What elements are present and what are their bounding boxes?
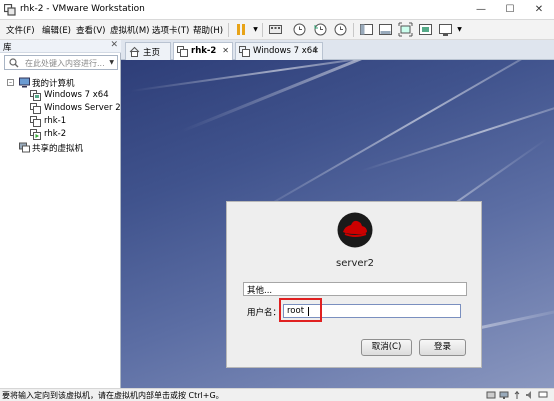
tree-item-shared-vms[interactable]: 共享的虚拟机: [0, 141, 120, 154]
vm-console[interactable]: server2 其他... 用户名： root 取消(C) 登录: [121, 60, 554, 388]
revert-snapshot-icon[interactable]: [313, 22, 328, 37]
tab-rhk-2[interactable]: rhk-2 ✕: [173, 42, 233, 61]
tree-item-my-computer[interactable]: – 我的计算机: [0, 76, 120, 89]
tab-close-icon[interactable]: ✕: [222, 46, 229, 55]
library-title: 库: [3, 43, 12, 53]
tree-item-vm[interactable]: Windows Server 200: [0, 102, 120, 115]
vm-icon: [239, 46, 250, 57]
tree-label-root: 我的计算机: [32, 79, 75, 89]
tab-close-icon[interactable]: ✕: [312, 46, 319, 55]
tree-label-vm: rhk-1: [44, 116, 67, 126]
username-label: 用户名：: [247, 308, 282, 318]
tab-label: 主页: [143, 48, 161, 58]
login-button[interactable]: 登录: [419, 339, 466, 356]
console-view-icon[interactable]: [438, 22, 453, 37]
menu-bar: 文件(F) 编辑(E) 查看(V) 虚拟机(M) 选项卡(T) 帮助(H) ▼ …: [0, 20, 554, 40]
network-icon[interactable]: [499, 390, 509, 400]
tree-item-vm[interactable]: rhk-1: [0, 115, 120, 128]
other-user-option[interactable]: 其他...: [243, 282, 467, 296]
pause-icon[interactable]: [234, 22, 249, 37]
tab-home[interactable]: 主页: [125, 42, 171, 60]
hard-disk-icon[interactable]: [486, 390, 496, 400]
usb-icon[interactable]: [512, 390, 522, 400]
tree-label-vm: Windows Server 200: [44, 103, 120, 113]
tab-label: rhk-2: [191, 46, 217, 56]
title-bar: rhk-2 - VMware Workstation — ☐ ✕: [0, 0, 554, 20]
tree-label-vm: Windows 7 x64: [44, 90, 109, 100]
sound-icon[interactable]: [525, 390, 535, 400]
collapse-toggle-icon[interactable]: –: [7, 79, 14, 86]
full-screen-icon[interactable]: [398, 22, 413, 37]
tab-bar: 主页 rhk-2 ✕ Windows 7 x64 ✕: [121, 40, 554, 61]
display-icon[interactable]: [538, 390, 548, 400]
search-dropdown-icon[interactable]: ▼: [109, 59, 114, 66]
unity-icon[interactable]: [418, 22, 433, 37]
menu-edit[interactable]: 编辑(E): [42, 24, 71, 36]
home-icon: [129, 46, 140, 57]
minimize-button[interactable]: —: [466, 0, 496, 20]
menu-vm[interactable]: 虚拟机(M): [110, 24, 149, 36]
highlight-box: [279, 298, 322, 322]
close-button[interactable]: ✕: [524, 0, 554, 20]
menu-help[interactable]: 帮助(H): [193, 24, 223, 36]
tree-item-vm[interactable]: Windows 7 x64: [0, 89, 120, 102]
library-close-icon[interactable]: ✕: [110, 40, 118, 50]
menu-file[interactable]: 文件(F): [6, 24, 35, 36]
tree-label-shared: 共享的虚拟机: [32, 144, 84, 154]
menu-view[interactable]: 查看(V): [76, 24, 105, 36]
maximize-button[interactable]: ☐: [495, 0, 525, 20]
view-dropdown-icon[interactable]: ▼: [452, 22, 467, 37]
other-user-label: 其他...: [247, 286, 273, 296]
status-bar: 要将输入定向到该虚拟机，请在虚拟机内部单击或按 Ctrl+G。: [0, 388, 554, 401]
status-message: 要将输入定向到该虚拟机，请在虚拟机内部单击或按 Ctrl+G。: [2, 391, 224, 400]
login-dialog: server2 其他... 用户名： root 取消(C) 登录: [226, 201, 482, 368]
menu-tabs[interactable]: 选项卡(T): [152, 24, 189, 36]
tree-label-vm: rhk-2: [44, 129, 67, 139]
library-search-input[interactable]: 在此处键入内容进行... ▼: [4, 55, 118, 70]
wallpaper-streak: [130, 60, 429, 92]
power-dropdown-icon[interactable]: ▼: [248, 22, 263, 37]
tab-windows-7[interactable]: Windows 7 x64 ✕: [235, 42, 323, 60]
redhat-logo-icon: [337, 212, 373, 248]
send-ctrl-alt-del-icon[interactable]: [268, 22, 283, 37]
vm-icon: [30, 90, 41, 101]
shared-vms-icon: [19, 142, 30, 153]
library-panel: 库 ✕ 在此处键入内容进行... ▼ – 我的计算机 Windows 7 x64: [0, 40, 121, 388]
wallpaper-streak: [240, 60, 554, 222]
vm-running-icon: [30, 129, 41, 140]
vm-icon: [30, 116, 41, 127]
tree-item-vm-selected[interactable]: rhk-2: [0, 128, 120, 141]
toolbar-separator: [228, 23, 229, 37]
toolbar-separator: [353, 23, 354, 37]
vmware-app-icon: [4, 4, 16, 16]
vm-icon: [177, 46, 188, 57]
vm-icon: [30, 103, 41, 114]
cancel-button[interactable]: 取消(C): [361, 339, 412, 356]
library-tree: – 我的计算机 Windows 7 x64 Windows Server 200…: [0, 72, 120, 382]
hostname-label: server2: [335, 258, 375, 269]
wallpaper-streak: [360, 89, 554, 172]
search-icon: [9, 58, 19, 68]
library-header: 库 ✕: [0, 40, 121, 53]
show-library-icon[interactable]: [359, 22, 374, 37]
search-placeholder: 在此处键入内容进行...: [25, 59, 105, 68]
content-area: 主页 rhk-2 ✕ Windows 7 x64 ✕ server2 其他...…: [121, 40, 554, 388]
snapshot-manager-icon[interactable]: [333, 22, 348, 37]
window-title: rhk-2 - VMware Workstation: [20, 4, 145, 14]
computer-icon: [19, 77, 30, 88]
toolbar-separator: [262, 23, 263, 37]
thumbnail-bar-icon[interactable]: [378, 22, 393, 37]
tab-label: Windows 7 x64: [253, 46, 318, 56]
snapshot-icon[interactable]: [292, 22, 307, 37]
